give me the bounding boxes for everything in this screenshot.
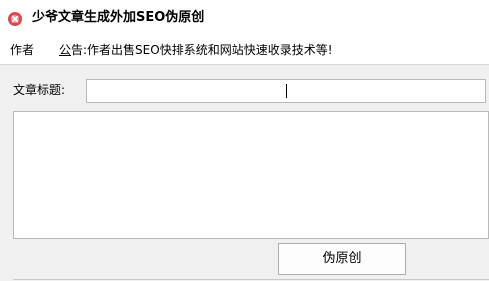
title-bar: 少爷文章生成外加SEO伪原创 (0, 0, 489, 36)
article-body-textarea[interactable] (13, 111, 489, 239)
article-title-label: 文章标题: (13, 83, 66, 97)
main-panel: 文章标题: 伪原创 (0, 64, 489, 281)
menu-bar: 作者 公告:作者出售SEO快排系统和网站快速收录技术等! (0, 39, 489, 63)
menu-item-author[interactable]: 作者 (10, 39, 34, 61)
text-cursor (286, 84, 287, 98)
app-logo-icon (8, 11, 22, 26)
app-window: 少爷文章生成外加SEO伪原创 作者 公告:作者出售SEO快排系统和网站快速收录技… (0, 0, 489, 281)
menu-item-notice-accelerator: 公 (59, 43, 72, 57)
menu-item-notice-label: 告:作者出售SEO快排系统和网站快速收录技术等! (71, 43, 333, 57)
window-title: 少爷文章生成外加SEO伪原创 (32, 10, 205, 25)
menu-item-notice[interactable]: 公告:作者出售SEO快排系统和网站快速收录技术等! (59, 39, 333, 61)
pseudo-original-button[interactable]: 伪原创 (278, 243, 406, 275)
bottom-divider (13, 279, 489, 280)
